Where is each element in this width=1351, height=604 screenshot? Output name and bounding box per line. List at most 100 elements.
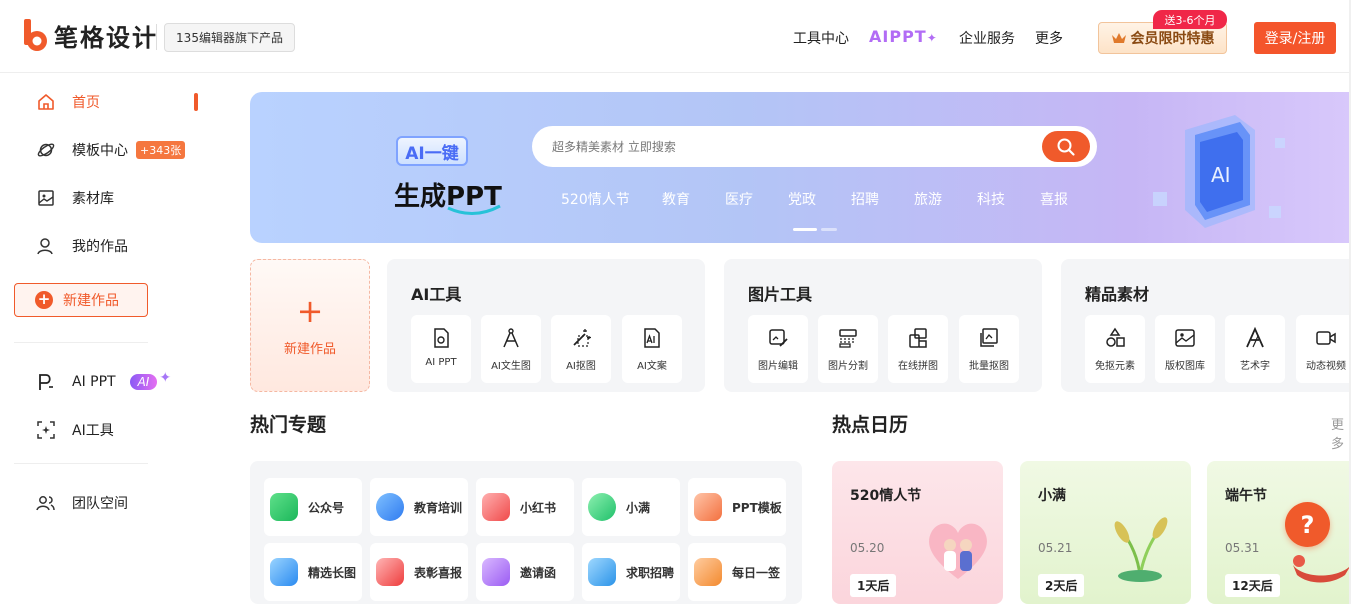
calendar-card[interactable]: 端午节 05.31 12天后 xyxy=(1207,461,1351,604)
tool-ai-copywriting[interactable]: AI文案 xyxy=(622,315,682,383)
sidebar-item-label: 团队空间 xyxy=(72,496,128,512)
tool-collage[interactable]: 在线拼图 xyxy=(888,315,948,383)
logo-icon xyxy=(24,18,47,51)
topic-item[interactable]: 教育培训 xyxy=(370,478,468,536)
search-input[interactable]: 超多精美素材 立即搜索 xyxy=(552,138,676,155)
banner-tag[interactable]: 科技 xyxy=(977,189,1005,209)
tool-image-split[interactable]: 图片分割 xyxy=(818,315,878,383)
calendar-event-date: 05.21 xyxy=(1038,541,1073,555)
calendar-countdown: 1天后 xyxy=(850,574,897,597)
tool-batch-cutout[interactable]: 批量抠图 xyxy=(959,315,1019,383)
new-work-button[interactable]: + 新建作品 xyxy=(14,283,148,317)
sidebar-item-ai-tools[interactable]: AI工具 xyxy=(36,418,156,442)
batch-icon xyxy=(980,328,998,347)
tool-stock-images[interactable]: 版权图库 xyxy=(1155,315,1215,383)
magic-wand-icon xyxy=(573,329,591,347)
tool-ai-cutout[interactable]: AI抠图 xyxy=(551,315,611,383)
login-button[interactable]: 登录/注册 xyxy=(1254,22,1336,54)
ppt-file-icon xyxy=(434,328,449,348)
nav-aippt[interactable]: AIPPT✦ xyxy=(869,27,938,46)
sidebar-item-home[interactable]: 首页 xyxy=(36,90,156,114)
banner-tag[interactable]: 520情人节 xyxy=(561,189,630,209)
nav-more[interactable]: 更多 xyxy=(1035,28,1063,48)
topic-label: 求职招聘 xyxy=(626,565,675,580)
topic-item[interactable]: 求职招聘 xyxy=(582,543,680,601)
nav-enterprise[interactable]: 企业服务 xyxy=(959,28,1015,48)
tool-ai-ppt[interactable]: AI PPT xyxy=(411,315,471,383)
carousel-dot[interactable] xyxy=(821,228,837,231)
topic-item[interactable]: 小满 xyxy=(582,478,680,536)
topic-label: 小满 xyxy=(626,500,651,515)
sidebar-item-label: AI工具 xyxy=(72,423,114,439)
topic-item[interactable]: 精选长图 xyxy=(264,543,362,601)
tool-label: 图片编辑 xyxy=(758,361,798,372)
topic-item[interactable]: 每日一签 xyxy=(688,543,786,601)
crown-icon xyxy=(1111,33,1126,43)
calendar-card[interactable]: 520情人节 05.20 1天后 xyxy=(832,461,1003,604)
calendar-countdown: 12天后 xyxy=(1225,574,1280,597)
topic-item[interactable]: PPT模板 xyxy=(688,478,786,536)
banner-ai-badge: AI一键 xyxy=(396,136,468,166)
tool-elements[interactable]: 免抠元素 xyxy=(1085,315,1145,383)
hot-topics-panel: 公众号 教育培训 小红书 小满 PPT模板 精选长图 表彰喜报 邀请函 求职招聘… xyxy=(250,461,802,604)
split-icon xyxy=(839,329,857,348)
tool-image-edit[interactable]: 图片编辑 xyxy=(748,315,808,383)
education-icon xyxy=(376,493,404,521)
nav-tools[interactable]: 工具中心 xyxy=(793,28,849,48)
tool-label: 图片分割 xyxy=(828,361,868,372)
logo[interactable]: 笔格设计 xyxy=(24,18,158,53)
sidebar-item-label: 模板中心 xyxy=(72,143,128,159)
tool-ai-text-to-image[interactable]: AI文生图 xyxy=(481,315,541,383)
banner-tag[interactable]: 喜报 xyxy=(1040,189,1068,209)
materials-card: 精品素材 免抠元素 版权图库 艺术字 动态视频 xyxy=(1061,259,1351,392)
create-work-card[interactable]: + 新建作品 xyxy=(250,259,370,392)
sidebar-item-team[interactable]: 团队空间 xyxy=(36,491,156,515)
team-icon xyxy=(36,496,55,511)
couple-heart-illustration xyxy=(929,523,987,579)
banner-tag[interactable]: 旅游 xyxy=(914,189,942,209)
calendar-card[interactable]: 小满 05.21 2天后 xyxy=(1020,461,1191,604)
tool-label: AI抠图 xyxy=(566,361,596,372)
sidebar-item-materials[interactable]: 素材库 xyxy=(36,186,156,210)
topic-label: 精选长图 xyxy=(308,565,357,580)
calendar-event-name: 端午节 xyxy=(1225,488,1267,504)
banner-tag[interactable]: 党政 xyxy=(788,189,816,209)
tool-card-title: 精品素材 xyxy=(1085,285,1150,304)
xiaohongshu-icon xyxy=(482,493,510,521)
carousel-dot-active[interactable] xyxy=(793,228,817,231)
sidebar-item-label: 首页 xyxy=(72,95,100,111)
brand-name: 笔格设计 xyxy=(54,24,158,52)
topic-item[interactable]: 公众号 xyxy=(264,478,362,536)
search-box[interactable]: 超多精美素材 立即搜索 xyxy=(532,126,1097,167)
briefcase-icon xyxy=(588,558,616,586)
swoosh-icon xyxy=(447,204,501,215)
plus-icon: + xyxy=(296,292,324,330)
calendar-event-date: 05.31 xyxy=(1225,541,1260,555)
topic-item[interactable]: 邀请函 xyxy=(476,543,574,601)
topic-label: 表彰喜报 xyxy=(414,565,463,580)
search-button[interactable] xyxy=(1042,131,1090,162)
long-image-icon xyxy=(270,558,298,586)
ai-badge: AI xyxy=(129,374,158,390)
tool-art-text[interactable]: 艺术字 xyxy=(1225,315,1285,383)
dragon-boat-illustration xyxy=(1293,555,1351,583)
sidebar-item-my-works[interactable]: 我的作品 xyxy=(36,234,156,258)
banner-tag[interactable]: 教育 xyxy=(662,189,690,209)
hero-banner[interactable]: AI一键 生成PPT 超多精美素材 立即搜索 520情人节 教育 医疗 党政 招… xyxy=(250,92,1351,243)
video-icon xyxy=(1316,331,1336,345)
banner-tag[interactable]: 招聘 xyxy=(851,189,879,209)
topic-label: 教育培训 xyxy=(414,500,463,515)
topic-item[interactable]: 表彰喜报 xyxy=(370,543,468,601)
sidebar-item-templates[interactable]: 模板中心 +343张 xyxy=(36,138,196,162)
calendar-more-link[interactable]: 更多 xyxy=(1331,414,1351,452)
sidebar-divider xyxy=(14,342,148,343)
sidebar-item-ai-ppt[interactable]: AI PPT AI ✦ xyxy=(36,370,196,394)
topic-item[interactable]: 小红书 xyxy=(476,478,574,536)
tool-motion-video[interactable]: 动态视频 xyxy=(1296,315,1351,383)
sparkle-icon: ✦ xyxy=(159,370,172,386)
ai-tools-card: AI工具 AI PPT AI文生图 AI抠图 AI文案 xyxy=(387,259,705,392)
banner-tag[interactable]: 医疗 xyxy=(725,189,753,209)
help-button[interactable]: ? xyxy=(1285,502,1330,547)
tool-label: 在线拼图 xyxy=(898,361,938,372)
sidebar-item-label: 我的作品 xyxy=(72,239,128,255)
